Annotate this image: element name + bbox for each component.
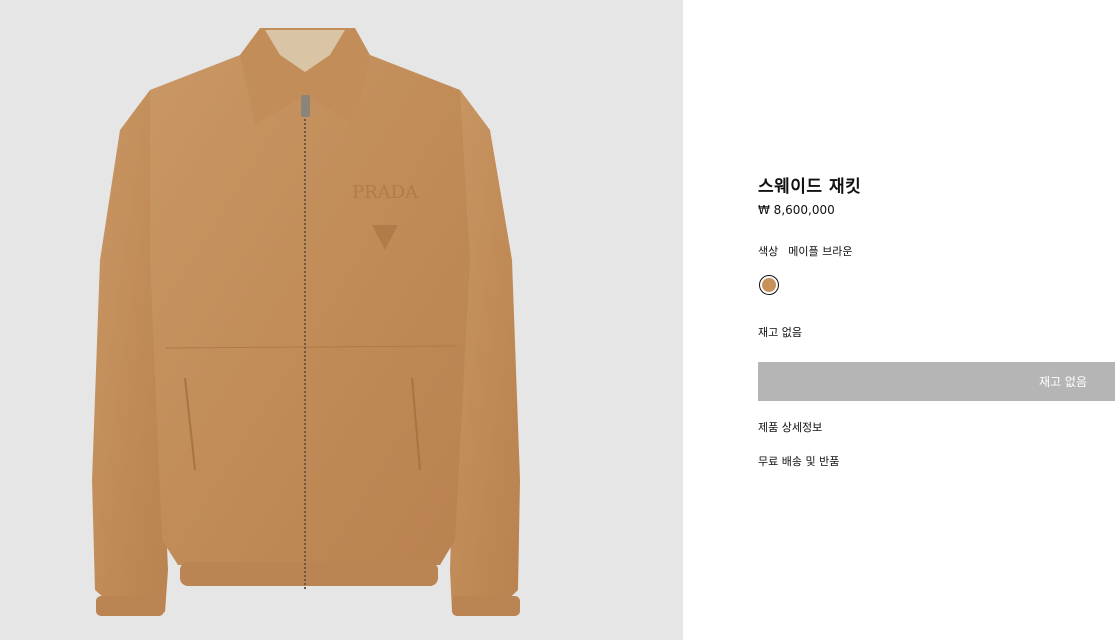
product-info-panel: 스웨이드 재킷 ₩ 8,600,000 색상 메이플 브라운 재고 없음 재고 없… [758,0,1115,640]
product-details-link[interactable]: 제품 상세정보 [758,419,822,435]
product-price: ₩ 8,600,000 [758,203,835,217]
color-swatch-fill [762,278,776,292]
product-gallery: PRADA [0,0,683,640]
color-row: 색상 메이플 브라운 [758,243,862,259]
out-of-stock-button[interactable]: 재고 없음 [758,362,1115,401]
shipping-returns-link[interactable]: 무료 배송 및 반품 [758,453,839,469]
stock-status: 재고 없음 [758,326,802,339]
color-label: 색상 [758,245,779,258]
color-swatch[interactable] [759,275,779,295]
suede-jacket-photo: PRADA [92,28,520,616]
brand-logo: PRADA [352,182,419,203]
product-title: 스웨이드 재킷 [758,177,862,197]
color-value: 메이플 브라운 [788,245,853,258]
